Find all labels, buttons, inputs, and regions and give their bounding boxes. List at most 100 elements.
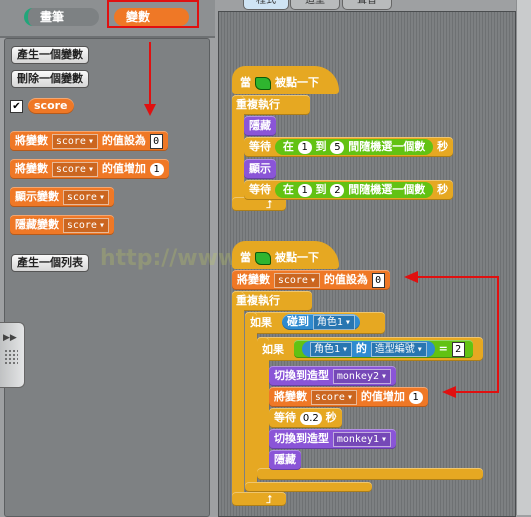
wait-block[interactable]: 等待 0.2 秒 <box>269 408 342 428</box>
block-label: 將變數 <box>15 162 48 175</box>
category-pen-button[interactable]: 畫筆 <box>24 8 99 26</box>
variable-dropdown[interactable]: score <box>51 161 98 177</box>
tab-scripts[interactable]: 程式 <box>243 0 289 10</box>
variable-checkbox[interactable]: ✔ <box>10 100 23 113</box>
set-variable-block[interactable]: 將變數 score 的值設為 0 <box>10 131 168 151</box>
block-label: 顯示變數 <box>15 190 59 203</box>
expand-arrows-icon: ▶▶ <box>3 333 17 343</box>
show-variable-block[interactable]: 顯示變數 score <box>10 187 114 207</box>
set-variable-block[interactable]: 將變數 score 的值設為 0 <box>232 270 390 290</box>
value-input[interactable]: 1 <box>149 162 164 176</box>
hide-block[interactable]: 隱藏 <box>269 450 301 470</box>
annotation-bracket-line <box>497 276 499 393</box>
random-to-input[interactable]: 5 <box>330 140 345 154</box>
wait-random-block[interactable]: 等待 在 1 到 2 間隨機選一個數 秒 <box>244 180 454 200</box>
block-label: 等待 <box>249 140 271 153</box>
block-label: 被點一下 <box>275 251 319 264</box>
change-variable-block[interactable]: 將變數 score 的值增加 1 <box>269 387 428 407</box>
block-label: 的值增加 <box>101 162 146 175</box>
equals-sign: = <box>438 342 448 355</box>
value-input[interactable]: 0 <box>371 272 385 288</box>
change-variable-block[interactable]: 將變數 score 的值增加 1 <box>10 159 169 179</box>
random-from-input[interactable]: 1 <box>297 183 312 197</box>
variable-name: score <box>34 99 68 112</box>
value-input[interactable]: 0 <box>149 133 163 149</box>
annotation-arrow-line <box>149 42 151 110</box>
loop-arrow-icon: ⮥ <box>266 493 273 506</box>
category-panel: 畫筆 變數 <box>0 0 215 38</box>
forever-block-bottom <box>232 492 286 506</box>
variable-dropdown[interactable]: score <box>62 189 109 205</box>
annotation-arrowhead <box>404 271 418 283</box>
annotation-arrow-line <box>412 276 499 278</box>
variable-reporter-score[interactable]: score <box>28 98 74 114</box>
variable-dropdown[interactable]: score <box>310 389 357 405</box>
block-label: 將變數 <box>274 390 307 403</box>
block-label: 秒 <box>437 183 449 196</box>
loop-arrow-icon: ⮥ <box>266 198 273 211</box>
block-label: 將變數 <box>237 273 270 286</box>
costume-dropdown[interactable]: monkey1 <box>332 431 392 447</box>
pick-random-reporter[interactable]: 在 1 到 5 間隨機選一個數 <box>274 139 434 155</box>
block-label: 被點一下 <box>275 76 319 89</box>
grip-icon <box>4 349 18 365</box>
costume-dropdown[interactable]: monkey2 <box>332 368 392 384</box>
equals-operator[interactable]: 角色1 的 造型編號 = 2 <box>294 340 473 358</box>
make-variable-button[interactable]: 產生一個變數 <box>11 46 89 64</box>
sensor-of-reporter[interactable]: 角色1 的 造型編號 <box>302 341 435 357</box>
sprite-dropdown[interactable]: 角色1 <box>312 314 355 330</box>
block-label: 等待 <box>274 411 296 424</box>
highlight-box-annotation <box>107 0 199 28</box>
if-label: 如果 <box>250 316 272 329</box>
block-label: 切換到造型 <box>274 369 329 382</box>
when-flag-clicked-hat[interactable]: 當 被點一下 <box>232 66 339 94</box>
forever-label: 重複執行 <box>236 294 280 307</box>
block-label: 的值增加 <box>360 390 405 403</box>
value-input[interactable]: 2 <box>451 341 465 357</box>
value-input[interactable]: 1 <box>408 390 423 404</box>
wait-random-block[interactable]: 等待 在 1 到 5 間隨機選一個數 秒 <box>244 137 454 157</box>
annotation-arrow-line <box>450 391 499 393</box>
if-touching-block-bottom <box>245 482 372 492</box>
block-label: 等待 <box>249 183 271 196</box>
block-label: 當 <box>240 76 251 89</box>
block-label: 當 <box>240 251 251 264</box>
right-scrollbar[interactable] <box>516 0 531 515</box>
delete-variable-button[interactable]: 刪除一個變數 <box>11 70 89 88</box>
wait-seconds-input[interactable]: 0.2 <box>299 411 322 425</box>
random-to-input[interactable]: 2 <box>330 183 345 197</box>
forever-label: 重複執行 <box>236 98 280 111</box>
variable-dropdown[interactable]: score <box>51 133 98 149</box>
forever-block-arm <box>232 291 244 501</box>
make-list-button[interactable]: 產生一個列表 <box>11 254 89 272</box>
random-from-input[interactable]: 1 <box>297 140 312 154</box>
variable-dropdown[interactable]: score <box>62 217 109 233</box>
block-label: 的值設為 <box>323 273 368 286</box>
pick-random-reporter[interactable]: 在 1 到 2 間隨機選一個數 <box>274 182 434 198</box>
tab-sounds[interactable]: 聲音 <box>342 0 392 10</box>
category-pen-label: 畫筆 <box>40 10 65 24</box>
switch-costume-block[interactable]: 切換到造型 monkey1 <box>269 429 397 449</box>
sprite-dropdown[interactable]: 角色1 <box>310 341 353 357</box>
show-block[interactable]: 顯示 <box>244 159 276 179</box>
when-flag-clicked-hat[interactable]: 當 被點一下 <box>232 241 339 269</box>
block-label: 秒 <box>437 140 449 153</box>
block-label: 將變數 <box>15 134 48 147</box>
block-label: 秒 <box>325 411 337 424</box>
green-flag-icon <box>255 251 271 265</box>
annotation-arrowhead <box>144 104 156 116</box>
stage-toggle-handle[interactable]: ▶▶ <box>0 322 25 388</box>
tab-costumes[interactable]: 造型 <box>290 0 340 10</box>
hide-variable-block[interactable]: 隱藏變數 score <box>10 215 114 235</box>
if-label: 如果 <box>262 343 284 356</box>
switch-costume-block[interactable]: 切換到造型 monkey2 <box>269 366 397 386</box>
variable-dropdown[interactable]: score <box>273 272 320 288</box>
hide-block[interactable]: 隱藏 <box>244 116 276 136</box>
block-label: 碰到 <box>287 315 309 328</box>
block-label: 隱藏變數 <box>15 218 59 231</box>
attribute-dropdown[interactable]: 造型編號 <box>370 341 427 357</box>
touching-sensor[interactable]: 碰到 角色1 <box>282 314 360 330</box>
if-touching-block-arm <box>245 312 257 490</box>
annotation-arrowhead <box>442 386 456 398</box>
block-label: 的值設為 <box>101 134 146 147</box>
